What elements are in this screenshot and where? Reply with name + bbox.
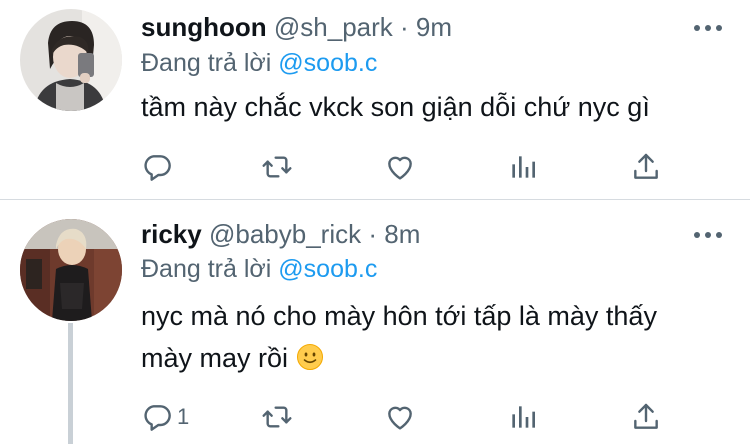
- user-handle[interactable]: @babyb_rick: [209, 219, 361, 249]
- tweet[interactable]: ricky @babyb_rick · 8m Đang trả lời @soo…: [0, 201, 750, 444]
- slightly-smiling-face-emoji: [296, 344, 323, 370]
- replying-to-label: Đang trả lời: [141, 49, 272, 77]
- retweet-button[interactable]: [261, 150, 293, 184]
- replying-to-label: Đang trả lời: [141, 255, 272, 283]
- reply-icon: [144, 155, 171, 181]
- like-button[interactable]: [384, 150, 416, 184]
- stats-button[interactable]: [507, 400, 539, 434]
- replying-to: Đang trả lời @soob.c: [141, 47, 377, 79]
- tweet-divider: [0, 199, 750, 200]
- tweet-text: nyc mà nó cho mày hôn tới tấp là mày thấ…: [141, 295, 721, 379]
- stats-icon: [512, 406, 535, 428]
- avatar[interactable]: [20, 9, 122, 111]
- avatar[interactable]: [20, 219, 122, 321]
- tweet-actions: 1: [141, 400, 681, 434]
- reply-icon: [144, 405, 171, 431]
- user-handle[interactable]: @sh_park: [274, 12, 393, 42]
- more-icon[interactable]: [694, 231, 722, 239]
- display-name[interactable]: ricky: [141, 219, 202, 249]
- share-icon: [634, 403, 658, 429]
- replying-to-handle[interactable]: @soob.c: [278, 49, 377, 77]
- like-button[interactable]: [384, 400, 416, 434]
- retweet-icon: [262, 406, 292, 428]
- timestamp[interactable]: 9m: [416, 12, 452, 42]
- tweet-header: ricky @babyb_rick · 8m: [141, 217, 420, 251]
- retweet-icon: [262, 156, 292, 178]
- replying-to: Đang trả lời @soob.c: [141, 253, 377, 285]
- display-name[interactable]: sunghoon: [141, 12, 267, 42]
- like-icon: [388, 406, 412, 430]
- reply-button[interactable]: 1: [141, 400, 189, 434]
- share-button[interactable]: [630, 400, 662, 434]
- stats-icon: [512, 156, 535, 178]
- tweet-header: sunghoon @sh_park · 9m: [141, 10, 452, 44]
- tweet-text-line: mày may rồi: [141, 337, 721, 379]
- reply-count: 1: [177, 404, 190, 429]
- retweet-button[interactable]: [261, 400, 293, 434]
- reply-button[interactable]: [141, 150, 177, 184]
- stats-button[interactable]: [507, 150, 539, 184]
- separator: ·: [368, 219, 378, 249]
- more-icon[interactable]: [694, 24, 722, 32]
- tweet[interactable]: sunghoon @sh_park · 9m Đang trả lời @soo…: [0, 0, 750, 200]
- share-button[interactable]: [630, 150, 662, 184]
- timestamp[interactable]: 8m: [384, 219, 420, 249]
- replying-to-handle[interactable]: @soob.c: [278, 255, 377, 283]
- separator: ·: [400, 12, 409, 42]
- tweet-text-content: tầm này chắc vkck son giận dỗi chứ nyc g…: [141, 92, 650, 122]
- thread-line: [68, 323, 73, 444]
- share-icon: [634, 153, 658, 179]
- tweet-text-line: nyc mà nó cho mày hôn tới tấp là mày thấ…: [141, 301, 657, 331]
- like-icon: [388, 156, 412, 180]
- tweet-actions: [141, 150, 681, 184]
- tweet-text: tầm này chắc vkck son giận dỗi chứ nyc g…: [141, 86, 721, 128]
